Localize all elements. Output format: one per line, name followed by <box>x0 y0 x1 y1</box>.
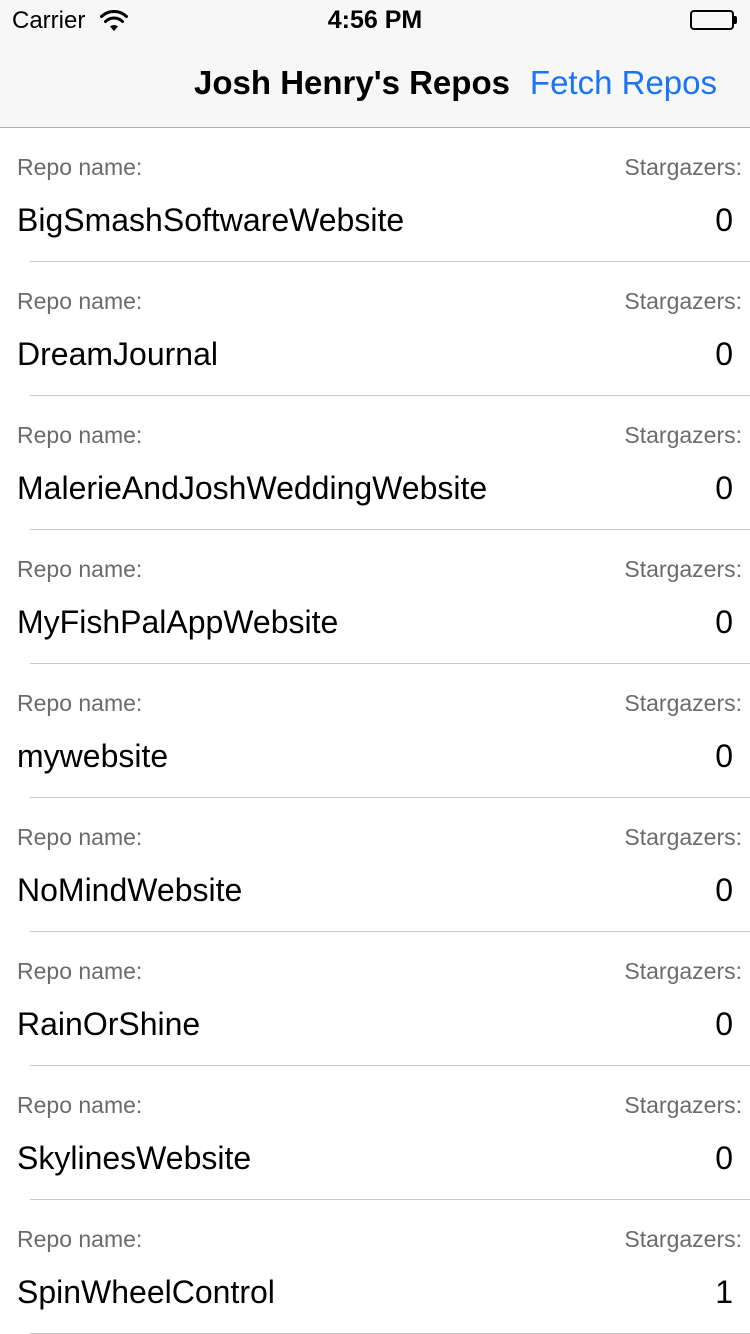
page-title: Josh Henry's Repos <box>194 64 510 101</box>
repo-row[interactable]: Repo name: Stargazers: BigSmashSoftwareW… <box>0 128 750 262</box>
status-time: 4:56 PM <box>327 6 423 34</box>
repo-name: DreamJournal <box>17 336 218 372</box>
stargazers-count: 0 <box>715 336 733 372</box>
repo-row[interactable]: Repo name: Stargazers: RainOrShine 0 <box>0 932 750 1066</box>
repo-name-label: Repo name: <box>17 1226 143 1252</box>
repo-row[interactable]: Repo name: Stargazers: mywebsite 0 <box>0 664 750 798</box>
repo-row[interactable]: Repo name: Stargazers: NoMindWebsite 0 <box>0 798 750 932</box>
repo-name: RainOrShine <box>17 1006 201 1042</box>
stargazers-count: 0 <box>715 604 733 640</box>
stargazers-label: Stargazers: <box>624 154 742 180</box>
stargazers-count: 0 <box>715 470 733 506</box>
repo-name: BigSmashSoftwareWebsite <box>17 202 405 238</box>
repo-list[interactable]: Repo name: Stargazers: BigSmashSoftwareW… <box>0 128 750 1334</box>
repo-name: NoMindWebsite <box>17 872 243 908</box>
repo-name-label: Repo name: <box>17 556 143 582</box>
stargazers-label: Stargazers: <box>624 288 742 314</box>
repo-name: mywebsite <box>17 738 169 774</box>
stargazers-count: 0 <box>715 1140 733 1176</box>
stargazers-count: 0 <box>715 1006 733 1042</box>
repo-row[interactable]: Repo name: Stargazers: MalerieAndJoshWed… <box>0 396 750 530</box>
repo-name-label: Repo name: <box>17 422 143 448</box>
stargazers-count: 0 <box>715 872 733 908</box>
repo-name: MalerieAndJoshWeddingWebsite <box>17 470 488 506</box>
stargazers-label: Stargazers: <box>624 1226 742 1252</box>
stargazers-label: Stargazers: <box>624 690 742 716</box>
repo-name: MyFishPalAppWebsite <box>17 604 339 640</box>
repo-row[interactable]: Repo name: Stargazers: SpinWheelControl … <box>0 1200 750 1334</box>
repo-row[interactable]: Repo name: Stargazers: MyFishPalAppWebsi… <box>0 530 750 664</box>
repo-name-label: Repo name: <box>17 958 143 984</box>
repo-name: SpinWheelControl <box>17 1274 275 1310</box>
repo-name-label: Repo name: <box>17 690 143 716</box>
repo-name-label: Repo name: <box>17 1092 143 1118</box>
status-bar: Carrier 4:56 PM <box>0 0 750 40</box>
repo-name-label: Repo name: <box>17 154 143 180</box>
stargazers-count: 1 <box>715 1274 733 1310</box>
battery-icon <box>690 10 738 32</box>
stargazers-label: Stargazers: <box>624 824 742 850</box>
stargazers-label: Stargazers: <box>624 422 742 448</box>
stargazers-count: 0 <box>715 202 733 238</box>
repo-name: SkylinesWebsite <box>17 1140 252 1176</box>
navigation-bar: Josh Henry's Repos Fetch Repos <box>0 40 750 128</box>
stargazers-label: Stargazers: <box>624 556 742 582</box>
repo-row[interactable]: Repo name: Stargazers: DreamJournal 0 <box>0 262 750 396</box>
repo-name-label: Repo name: <box>17 824 143 850</box>
stargazers-label: Stargazers: <box>624 1092 742 1118</box>
repo-name-label: Repo name: <box>17 288 143 314</box>
repo-row[interactable]: Repo name: Stargazers: SkylinesWebsite 0 <box>0 1066 750 1200</box>
stargazers-label: Stargazers: <box>624 958 742 984</box>
fetch-repos-button[interactable]: Fetch Repos <box>530 64 717 102</box>
stargazers-count: 0 <box>715 738 733 774</box>
